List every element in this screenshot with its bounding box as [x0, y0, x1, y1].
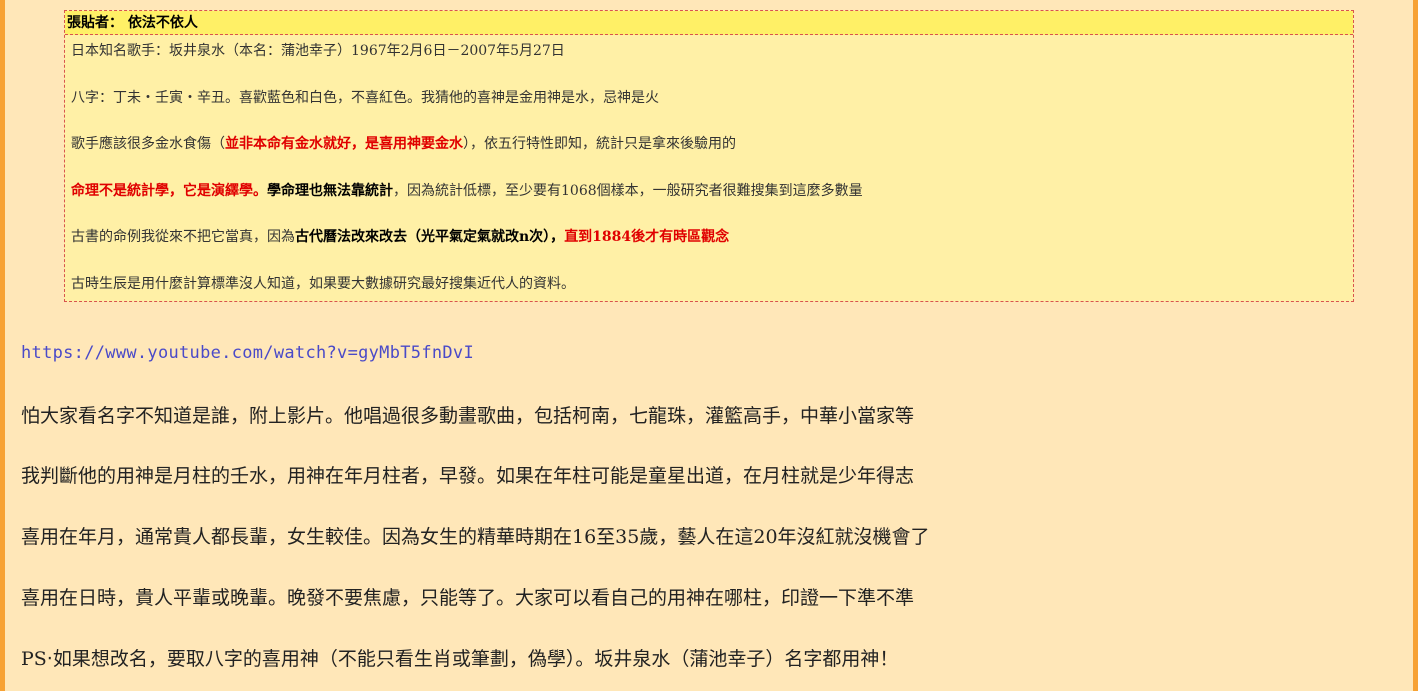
quote-emphasis-bold: 學命理也無法靠統計 — [267, 182, 393, 199]
quote-text: 歌手應該很多金水食傷（ — [71, 136, 225, 152]
quote-line: 古時生辰是用什麼計算標準沒人知道，如果要大數據研究最好搜集近代人的資料。 — [71, 274, 1353, 321]
paragraph: 我判斷他的用神是月柱的壬水，用神在年月柱者，早發。如果在年柱可能是童星出道，在月… — [21, 465, 915, 487]
paragraph: 喜用在年月，通常貴人都長輩，女生較佳。因為女生的精華時期在16至35歲，藝人在這… — [21, 526, 930, 548]
quote-emphasis-red: 並非本命有金水就好，是喜用神要金水 — [225, 136, 463, 152]
quote-block: 張貼者： 依法不依人 日本知名歌手：坂井泉水（本名：蒲池幸子）1967年2月6日… — [64, 10, 1354, 302]
paragraph: 怕大家看名字不知道是誰，附上影片。他唱過很多動畫歌曲，包括柯南，七龍珠，灌籃高手… — [21, 405, 915, 427]
youtube-link[interactable]: https://www.youtube.com/watch?v=gyMbT5fn… — [21, 343, 474, 363]
quote-text: 古書的命例我從來不把它當真，因為 — [71, 229, 295, 245]
paragraph: PS‧如果想改名，要取八字的喜用神（不能只看生肖或筆劃，偽學）。坂井泉水（蒲池幸… — [21, 648, 899, 670]
quote-body: 日本知名歌手：坂井泉水（本名：蒲池幸子）1967年2月6日－2007年5月27日… — [65, 35, 1353, 320]
quote-text: 日本知名歌手：坂井泉水（本名：蒲池幸子）1967年2月6日－2007年5月27日 — [71, 43, 565, 59]
quote-line: 命理不是統計學，它是演繹學。學命理也無法靠統計，因為統計低標，至少要有1068個… — [71, 181, 1353, 228]
right-page-border — [1413, 0, 1418, 691]
quote-line: 古書的命例我從來不把它當真，因為古代曆法改來改去（光平氣定氣就改n次），直到18… — [71, 227, 1353, 274]
quote-line: 歌手應該很多金水食傷（並非本命有金水就好，是喜用神要金水），依五行特性即知，統計… — [71, 134, 1353, 181]
left-page-border — [0, 0, 5, 691]
quote-emphasis-bold: 古代曆法改來改去（光平氣定氣就改n次）， — [295, 229, 565, 245]
quote-text: 八字：丁未‧壬寅‧辛丑。喜歡藍色和白色，不喜紅色。我猜他的喜神是金用神是水，忌神… — [71, 89, 659, 106]
quote-text: ，因為統計低標，至少要有1068個樣本，一般研究者很難搜集到這麼多數量 — [393, 182, 863, 199]
quote-line: 日本知名歌手：坂井泉水（本名：蒲池幸子）1967年2月6日－2007年5月27日 — [71, 41, 1353, 88]
quote-text: ），依五行特性即知，統計只是拿來後驗用的 — [463, 136, 736, 152]
quote-emphasis-red: 直到1884後才有時區觀念 — [564, 229, 730, 245]
quote-text: 古時生辰是用什麼計算標準沒人知道，如果要大數據研究最好搜集近代人的資料。 — [71, 275, 575, 292]
paragraph: 喜用在日時，貴人平輩或晚輩。晚發不要焦慮，只能等了。大家可以看自己的用神在哪柱，… — [21, 587, 915, 609]
quote-line: 八字：丁未‧壬寅‧辛丑。喜歡藍色和白色，不喜紅色。我猜他的喜神是金用神是水，忌神… — [71, 88, 1353, 135]
quote-emphasis-red: 命理不是統計學，它是演繹學。 — [71, 182, 267, 199]
quote-header: 張貼者： 依法不依人 — [65, 11, 1353, 35]
